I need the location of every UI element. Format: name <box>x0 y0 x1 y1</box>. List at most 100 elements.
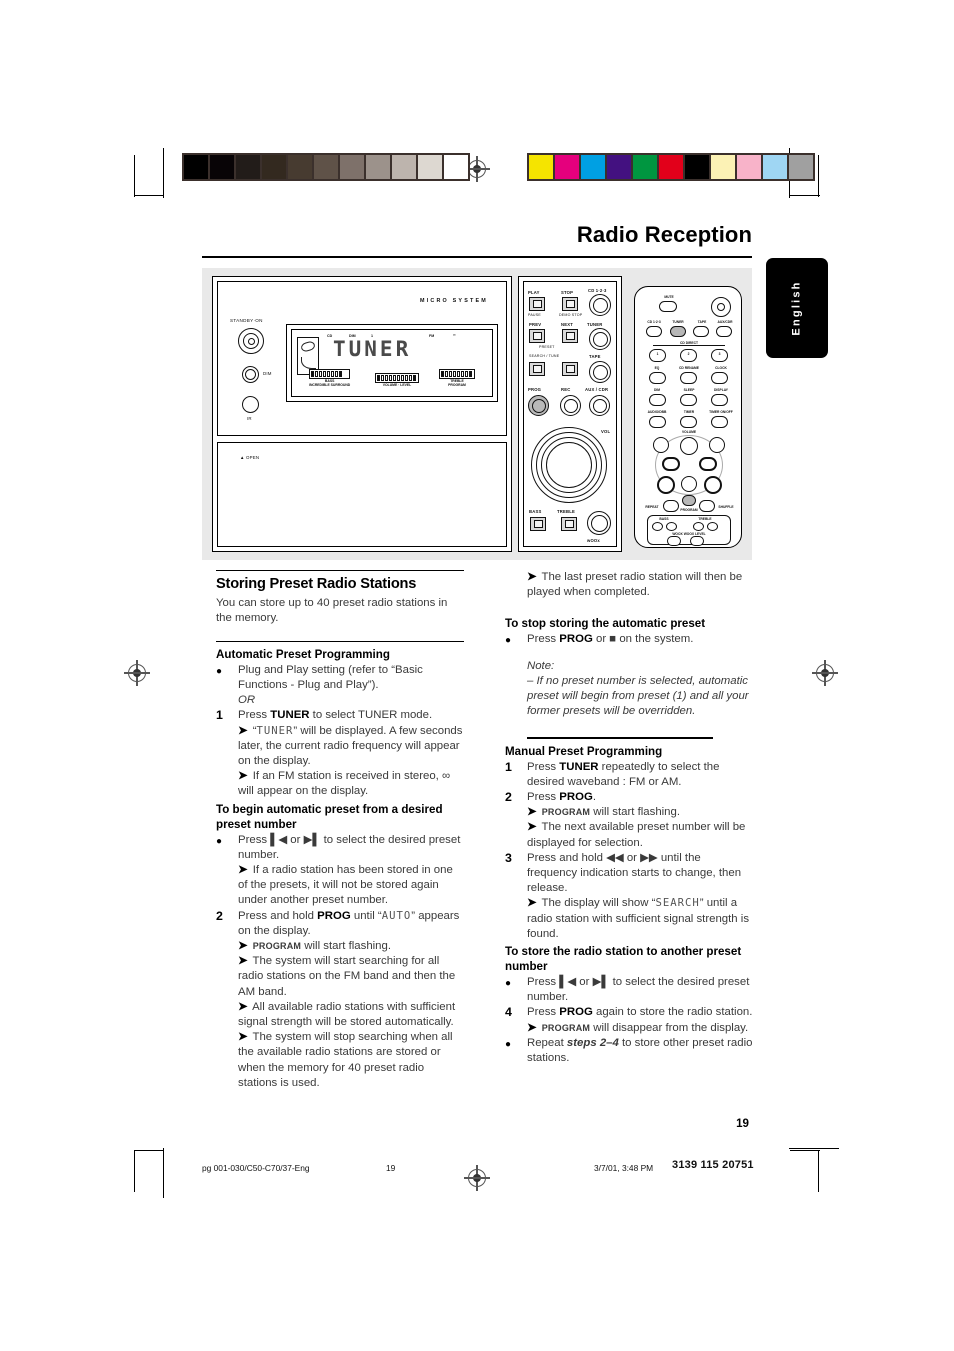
volume-dial[interactable] <box>531 427 607 503</box>
bullet-marker: ● <box>216 665 223 677</box>
list-item-result: ➤ The next available preset number will … <box>527 821 746 849</box>
woox-label: wOOx <box>587 538 600 543</box>
step-marker: 3 <box>505 850 512 865</box>
remote-bass-down-button[interactable] <box>652 522 663 531</box>
tape-source-button[interactable] <box>589 361 611 383</box>
aux-cdr-button[interactable] <box>589 395 610 416</box>
remote-woox-level-button[interactable] <box>690 536 704 546</box>
step-marker: 4 <box>505 1005 512 1020</box>
page-number: 19 <box>736 1117 749 1130</box>
prev-preset-button[interactable] <box>529 329 545 343</box>
remote-display-button[interactable] <box>711 394 728 406</box>
remote-eq-button[interactable] <box>649 372 666 384</box>
display-indicator-fm: FM <box>429 334 435 338</box>
tape-source-label: TAPE <box>589 354 601 359</box>
remote-tape-button[interactable] <box>693 326 709 337</box>
remote-tuner-label: TUNER <box>672 320 684 324</box>
crop-mark-top-left-v2 <box>163 148 165 198</box>
subsection-title-store-another: To store the radio station to another pr… <box>505 945 742 974</box>
play-pause-button[interactable] <box>529 297 545 311</box>
cd-source-button[interactable] <box>589 294 611 316</box>
remote-timer-button[interactable] <box>680 416 697 428</box>
remote-program-button[interactable] <box>682 495 696 506</box>
remote-sleep-button[interactable] <box>680 394 697 406</box>
list-item-result: ➤ The system will stop searching when al… <box>238 1031 453 1089</box>
remote-dim-button[interactable] <box>649 394 666 406</box>
power-icon <box>247 337 255 345</box>
note-body: – If no preset number is selected, autom… <box>527 674 749 718</box>
list-item-result: ➤ The last preset radio station will the… <box>527 571 743 599</box>
woox-button[interactable] <box>587 511 611 535</box>
remote-treble-up-button[interactable] <box>707 522 718 531</box>
treble-button-label: TREBLE <box>557 509 575 514</box>
treble-button[interactable] <box>561 517 577 531</box>
left-text-column: Storing Preset Radio Stations You can st… <box>216 570 464 1091</box>
remote-repeat-button[interactable] <box>663 500 679 512</box>
color-swatch-7 <box>711 155 735 179</box>
remote-audio-dbb-button[interactable] <box>649 416 666 428</box>
list-item: 1 Press TUNER to select TUNER mode. ➤ “T… <box>216 708 464 799</box>
footer-page-marker: 19 <box>386 1163 396 1173</box>
display-main-text: TUNER <box>333 337 412 361</box>
remote-cd-rename-button[interactable] <box>680 372 697 384</box>
stereo-icon: ∞ <box>442 770 451 783</box>
next-track-icon: ▶▌ <box>303 833 321 846</box>
search-up-button[interactable] <box>562 362 578 376</box>
remote-stop-button[interactable] <box>681 476 697 492</box>
bass-button[interactable] <box>530 517 546 531</box>
prev-track-icon: ▌◀ <box>270 833 288 846</box>
remote-clock-button[interactable] <box>711 372 728 384</box>
prog-button[interactable] <box>528 395 549 416</box>
remote-woox-button[interactable] <box>667 536 681 546</box>
remote-power-icon <box>717 303 725 311</box>
next-preset-button[interactable] <box>562 329 578 343</box>
list-item-result: ➤ If a radio station has been stored in … <box>238 864 453 907</box>
color-swatch-5 <box>659 155 683 179</box>
footer-file-name: pg 001-030/C50-C70/37-Eng <box>202 1163 310 1173</box>
remote-shuffle-button[interactable] <box>699 500 715 512</box>
tuner-source-button[interactable] <box>589 328 611 350</box>
list-item-text: Plug and Play setting (refer to “Basic F… <box>238 663 423 691</box>
remote-cd-button[interactable] <box>646 326 662 337</box>
list-item-text: Press TUNER repeatedly to select the des… <box>527 760 720 788</box>
remote-bass-up-button[interactable] <box>666 522 677 531</box>
treble-bar-group: TREBLE PROGRAM <box>439 368 475 387</box>
dim-button-inner <box>245 369 256 380</box>
remote-timer-onoff-button[interactable] <box>711 416 728 428</box>
prev-label: PREV <box>529 322 542 327</box>
remote-volume-down-button[interactable] <box>653 437 669 453</box>
list-item: 2 Press PROG. ➤ PROGRAM will start flash… <box>505 790 753 851</box>
remote-display-label: DISPLAY <box>714 388 728 392</box>
remote-mute-button[interactable] <box>659 301 677 312</box>
remote-aux-button[interactable] <box>716 326 732 337</box>
aux-cdr-label: AUX / CDR <box>585 387 609 392</box>
crop-mark-bottom-right-v <box>818 1150 820 1192</box>
list-item: 3 Press and hold ◀◀ or ▶▶ until the freq… <box>505 851 753 942</box>
step-marker: 2 <box>216 908 223 923</box>
remote-tuner-button[interactable] <box>670 326 686 337</box>
remote-rewind-button[interactable] <box>657 476 675 494</box>
remote-prev-button[interactable] <box>662 457 680 471</box>
stop-button[interactable] <box>562 297 578 311</box>
list-item-text: Press TUNER to select TUNER mode. <box>238 709 433 722</box>
remote-play-pause-button[interactable] <box>680 437 698 455</box>
note-label: Note: <box>527 659 555 672</box>
crop-mark-top-left-h <box>134 195 164 197</box>
title-divider <box>202 256 752 258</box>
remote-forward-button[interactable] <box>704 476 722 494</box>
note-block: Note: – If no preset number is selected,… <box>505 659 753 720</box>
rec-button[interactable] <box>560 395 581 416</box>
remote-volume-up-button[interactable] <box>709 437 725 453</box>
list-item-result: ➤ PROGRAM will start flashing. <box>238 940 392 953</box>
list-item-result: ➤ PROGRAM will start flashing. <box>527 806 681 819</box>
color-swatch-0 <box>529 155 553 179</box>
color-swatch-8 <box>737 155 761 179</box>
search-down-button[interactable] <box>529 362 545 376</box>
grayscale-swatch-0 <box>184 155 208 179</box>
remote-next-button[interactable] <box>699 457 717 471</box>
remote-treble-down-button[interactable] <box>693 522 704 531</box>
crop-mark-top-right-v <box>818 155 820 197</box>
unit-control-panel: PLAY STOP CD 1·2·3 PAUSE DEMO STOP PREV … <box>518 276 622 552</box>
grayscale-swatch-2 <box>236 155 260 179</box>
list-item: ● Press PROG or ■ on the system. <box>505 632 753 647</box>
